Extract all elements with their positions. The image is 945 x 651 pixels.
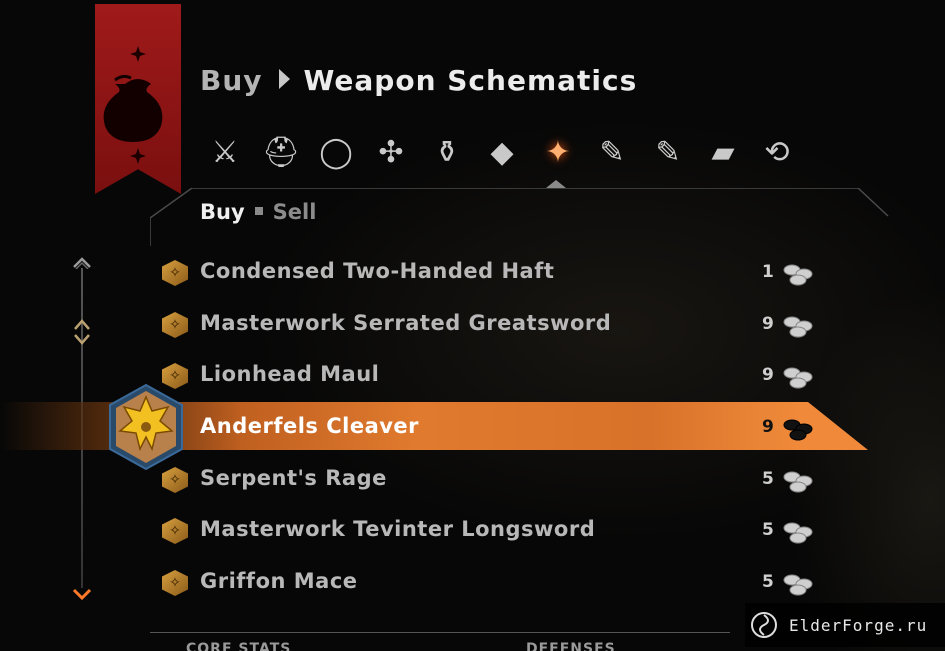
- merchant-banner: [95, 4, 181, 194]
- coin-icon: [783, 316, 813, 338]
- list-item[interactable]: ✧ Lionhead Maul 9: [150, 350, 860, 400]
- item-name: Condensed Two-Handed Haft: [200, 259, 555, 283]
- list-item[interactable]: ✧ Serpent's Rage 5: [150, 454, 860, 504]
- item-name: Serpent's Rage: [200, 466, 387, 490]
- hilt-icon[interactable]: ✣: [366, 126, 416, 178]
- item-name: Masterwork Serrated Greatsword: [200, 311, 612, 335]
- coin-icon: [783, 367, 813, 389]
- coin-icon: [783, 264, 813, 286]
- coin-icon: [783, 574, 813, 596]
- watermark: ElderForge.ru: [745, 603, 945, 647]
- longsword-icon: ✧: [162, 518, 188, 544]
- tab-sell[interactable]: Sell: [273, 200, 317, 224]
- book-icon[interactable]: ▰: [698, 126, 748, 178]
- tab-buy[interactable]: Buy: [200, 200, 245, 224]
- haft-icon: ✧: [162, 260, 188, 286]
- item-price: 5: [762, 520, 774, 540]
- breadcrumb-current: Weapon Schematics: [303, 64, 638, 97]
- upgrade-schematic-icon[interactable]: ✎: [643, 126, 693, 178]
- list-item-selected[interactable]: Anderfels Cleaver 9: [0, 402, 868, 452]
- item-name: Griffon Mace: [200, 569, 358, 593]
- ring-icon[interactable]: ◯: [311, 126, 361, 178]
- item-price: 5: [762, 572, 774, 592]
- mace-icon: ✧: [162, 570, 188, 596]
- weapon-schematic-icon[interactable]: ✦: [533, 126, 583, 178]
- item-name: Anderfels Cleaver: [200, 414, 420, 438]
- tab-separator: [254, 207, 263, 215]
- axes-icon[interactable]: ⚔: [200, 126, 250, 178]
- list-item[interactable]: ✧ Griffon Mace 5: [150, 557, 860, 607]
- coin-icon: [783, 471, 813, 493]
- item-price: 5: [762, 469, 774, 489]
- defenses-label: Defenses: [526, 641, 616, 651]
- item-price: 9: [762, 417, 774, 437]
- bottom-divider: [150, 632, 730, 633]
- list-item[interactable]: ✧ Condensed Two-Handed Haft 1: [150, 247, 860, 297]
- elderforge-logo-icon: [751, 612, 777, 638]
- item-price: 1: [762, 262, 774, 282]
- helmet-icon[interactable]: ⛑: [256, 126, 306, 178]
- list-item[interactable]: ✧ Masterwork Serrated Greatsword 9: [150, 299, 860, 349]
- item-name: Masterwork Tevinter Longsword: [200, 517, 596, 541]
- item-name: Lionhead Maul: [200, 362, 380, 386]
- core-stats-label: Core Stats: [186, 641, 292, 651]
- watermark-text: ElderForge.ru: [789, 615, 928, 635]
- breadcrumb-buy[interactable]: Buy: [200, 64, 263, 97]
- scroll-down-icon[interactable]: [70, 584, 94, 604]
- selected-item-hex-icon: [109, 383, 183, 471]
- mortar-icon[interactable]: ⚱: [422, 126, 472, 178]
- scroll-thumb-icon[interactable]: [70, 319, 94, 345]
- list-item[interactable]: ✧ Masterwork Tevinter Longsword 5: [150, 505, 860, 555]
- active-category-indicator: [546, 180, 566, 188]
- buy-sell-tabs: Buy Sell: [200, 200, 316, 224]
- buyback-icon[interactable]: ⟲: [752, 126, 802, 178]
- page-title: Buy Weapon Schematics: [200, 64, 637, 97]
- stats-header: Core Stats Defenses: [186, 641, 706, 651]
- item-price: 9: [762, 365, 774, 385]
- coin-bag-icon: [103, 46, 163, 164]
- greatsword-icon: ✧: [162, 312, 188, 338]
- coin-icon: [783, 419, 813, 441]
- armor-schematic-icon[interactable]: ✎: [587, 126, 637, 178]
- scroll-up-icon[interactable]: [70, 252, 94, 272]
- coin-icon: [783, 522, 813, 544]
- gem-icon[interactable]: ◆: [477, 126, 527, 178]
- breadcrumb-arrow-icon: [278, 69, 290, 89]
- item-price: 9: [762, 314, 774, 334]
